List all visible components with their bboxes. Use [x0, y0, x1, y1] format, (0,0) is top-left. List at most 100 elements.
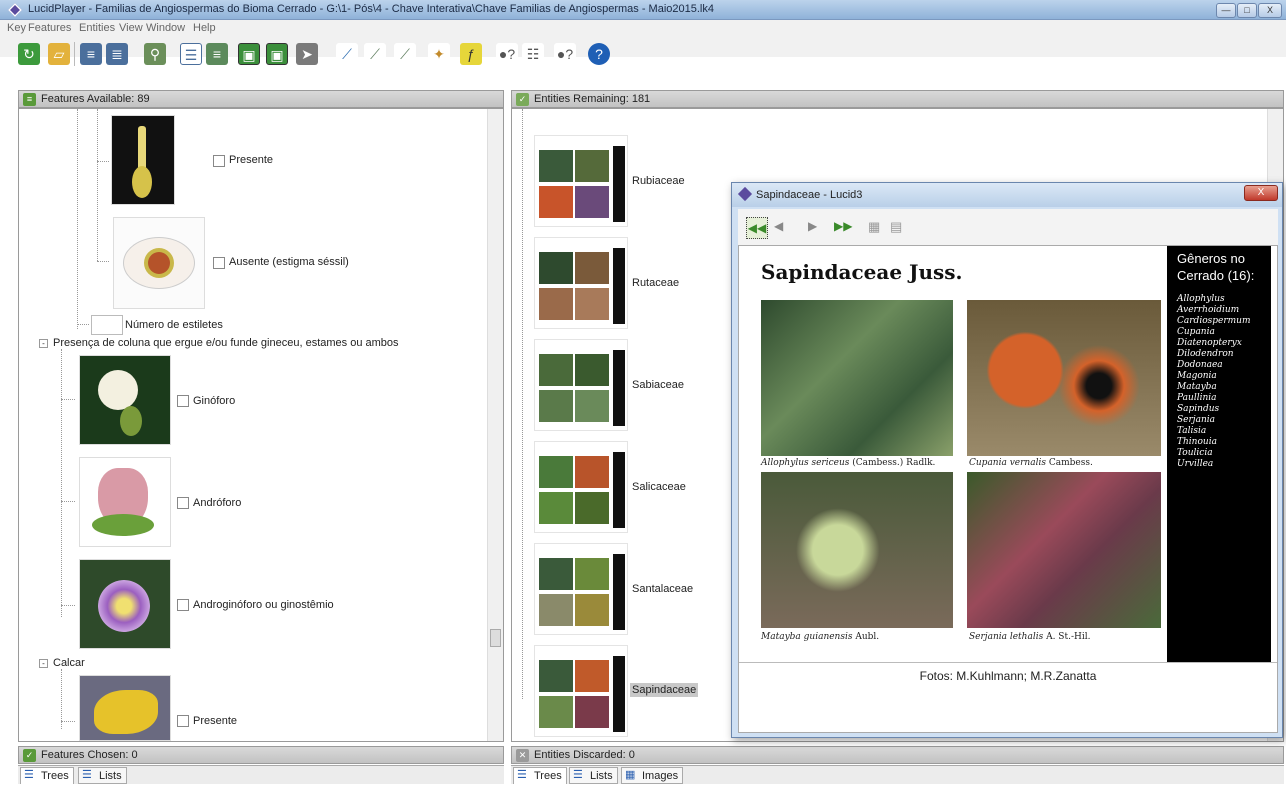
- thumb-photo: [575, 558, 609, 590]
- menu-window[interactable]: Window: [146, 22, 185, 34]
- thumb-sidebar: [613, 350, 625, 426]
- menu-key[interactable]: Key: [7, 22, 26, 34]
- menu-help[interactable]: Help: [193, 22, 216, 34]
- first-page-icon[interactable]: ◀◀: [746, 217, 768, 239]
- wand-icon[interactable]: ⟋: [336, 43, 358, 65]
- checkbox-androginoforo[interactable]: [177, 599, 189, 611]
- feature-image-flower[interactable]: [113, 217, 205, 309]
- menubar: Key Features Entities View Window Help ↻…: [0, 20, 1286, 66]
- menu-entities[interactable]: Entities: [79, 22, 115, 34]
- open-icon[interactable]: ▱: [48, 43, 70, 65]
- caption-author: (Cambess.) Radlk.: [849, 458, 936, 468]
- menu-view[interactable]: View: [119, 22, 143, 34]
- entities-remaining-header: ✓ Entities Remaining: 181: [511, 90, 1284, 108]
- list-expand-icon[interactable]: ≡: [206, 43, 228, 65]
- entity-help-icon[interactable]: ●?: [554, 43, 576, 65]
- feature-image-ginoforo[interactable]: [79, 355, 171, 445]
- previous-icon[interactable]: ◀: [774, 219, 783, 233]
- entity-thumb-santalaceae[interactable]: [534, 543, 628, 635]
- tab-trees-right[interactable]: ☰ Trees: [513, 767, 567, 784]
- entity-thumb-sapindaceae[interactable]: [534, 645, 628, 737]
- filter-alt-icon[interactable]: ▣: [266, 43, 288, 65]
- checkbox-androforo[interactable]: [177, 497, 189, 509]
- list-help-icon[interactable]: ☷: [522, 43, 544, 65]
- images-icon: ▦: [625, 769, 636, 781]
- caption-species: Matayba guianensis: [761, 632, 853, 642]
- passion-flower: [98, 580, 150, 632]
- entity-label-santalaceae[interactable]: Santalaceae: [632, 583, 693, 595]
- list-icon[interactable]: ☰: [180, 43, 202, 65]
- scrollbar-thumb[interactable]: [490, 629, 501, 647]
- popup-close-button[interactable]: X: [1244, 185, 1278, 201]
- checkbox-calcar-presente[interactable]: [177, 715, 189, 727]
- image-view-icon[interactable]: ▤: [890, 219, 902, 235]
- checkbox-ginoforo[interactable]: [177, 395, 189, 407]
- entity-thumb-rubiaceae[interactable]: [534, 135, 628, 227]
- tree-line: [97, 161, 109, 162]
- collapse-icon[interactable]: -: [39, 659, 48, 668]
- entity-thumb-sabiaceae[interactable]: [534, 339, 628, 431]
- wand-alt2-icon[interactable]: ⟋: [394, 43, 416, 65]
- feature-image-androforo[interactable]: [79, 457, 171, 547]
- grid-view-icon[interactable]: ▦: [868, 219, 880, 235]
- caption-allophylus: Allophylus sericeus (Cambess.) Radlk.: [761, 458, 935, 468]
- tree-icon[interactable]: ≡: [80, 43, 102, 65]
- feature-group-presenca-coluna[interactable]: Presença de coluna que ergue e/ou funde …: [53, 337, 399, 349]
- genus-item: Dodonaea: [1177, 360, 1223, 370]
- entity-label-salicaceae[interactable]: Salicaceae: [632, 481, 686, 493]
- arrow-icon[interactable]: ➤: [296, 43, 318, 65]
- feature-label-androforo: Andróforo: [193, 497, 242, 509]
- tree-line: [97, 261, 109, 262]
- close-button[interactable]: X: [1258, 3, 1282, 18]
- maximize-button[interactable]: □: [1237, 3, 1257, 18]
- next-icon[interactable]: ▶: [808, 219, 817, 233]
- help-feature-icon[interactable]: ●?: [496, 43, 518, 65]
- tab-trees-left[interactable]: ☰ Trees: [20, 767, 74, 784]
- help-icon[interactable]: ?: [588, 43, 610, 65]
- numeric-input-estiletes[interactable]: [91, 315, 123, 335]
- thumb-sidebar: [613, 452, 625, 528]
- feature-group-calcar[interactable]: Calcar: [53, 657, 85, 669]
- photo-allophylus: [761, 300, 953, 456]
- checkbox-presente[interactable]: [213, 155, 225, 167]
- thumb-photo: [575, 696, 609, 728]
- feature-icon[interactable]: ƒ: [460, 43, 482, 65]
- pin-icon[interactable]: ✦: [428, 43, 450, 65]
- filter-icon[interactable]: ▣: [238, 43, 260, 65]
- tab-lists-left[interactable]: ☰ Lists: [78, 767, 127, 784]
- tree-line: [77, 324, 89, 325]
- last-page-icon[interactable]: ▶▶: [834, 219, 852, 233]
- entity-label-sabiaceae[interactable]: Sabiaceae: [632, 379, 684, 391]
- tab-lists-right[interactable]: ☰ Lists: [569, 767, 618, 784]
- entities-icon: ✓: [516, 93, 529, 106]
- thumb-photo: [575, 288, 609, 320]
- checkbox-ausente[interactable]: [213, 257, 225, 269]
- entity-label-sapindaceae[interactable]: Sapindaceae: [630, 683, 699, 697]
- tree-alt-icon[interactable]: ≣: [106, 43, 128, 65]
- entity-thumb-salicaceae[interactable]: [534, 441, 628, 533]
- wand-alt-icon[interactable]: ⟋: [364, 43, 386, 65]
- collapse-icon[interactable]: -: [39, 339, 48, 348]
- features-tree: Presente Ausente (estigma séssil) Número…: [18, 108, 504, 742]
- right-tab-row: ☰ Trees ☰ Lists ▦ Images: [511, 765, 1284, 784]
- minimize-button[interactable]: —: [1216, 3, 1236, 18]
- tree-line: [61, 501, 75, 502]
- reset-icon[interactable]: ↻: [18, 43, 40, 65]
- feature-image-androginoforo[interactable]: [79, 559, 171, 649]
- feature-image-calcar[interactable]: [79, 675, 171, 741]
- thumb-sidebar: [613, 248, 625, 324]
- caption-species: Cupania vernalis: [969, 458, 1046, 468]
- entity-label-rubiaceae[interactable]: Rubiaceae: [632, 175, 685, 187]
- entity-label-rutaceae[interactable]: Rutaceae: [632, 277, 679, 289]
- lists-icon: ☰: [573, 769, 583, 781]
- search-icon[interactable]: ⚲: [144, 43, 166, 65]
- entity-thumb-rutaceae[interactable]: [534, 237, 628, 329]
- feature-label-presente: Presente: [229, 154, 274, 166]
- tab-images-right[interactable]: ▦ Images: [621, 767, 684, 784]
- thumb-photo: [539, 252, 573, 284]
- feature-image-pistil[interactable]: [111, 115, 175, 205]
- features-scrollbar[interactable]: [487, 109, 503, 741]
- genus-item: Dilodendron: [1177, 349, 1234, 359]
- menu-features[interactable]: Features: [28, 22, 71, 34]
- lists-icon: ☰: [82, 769, 92, 781]
